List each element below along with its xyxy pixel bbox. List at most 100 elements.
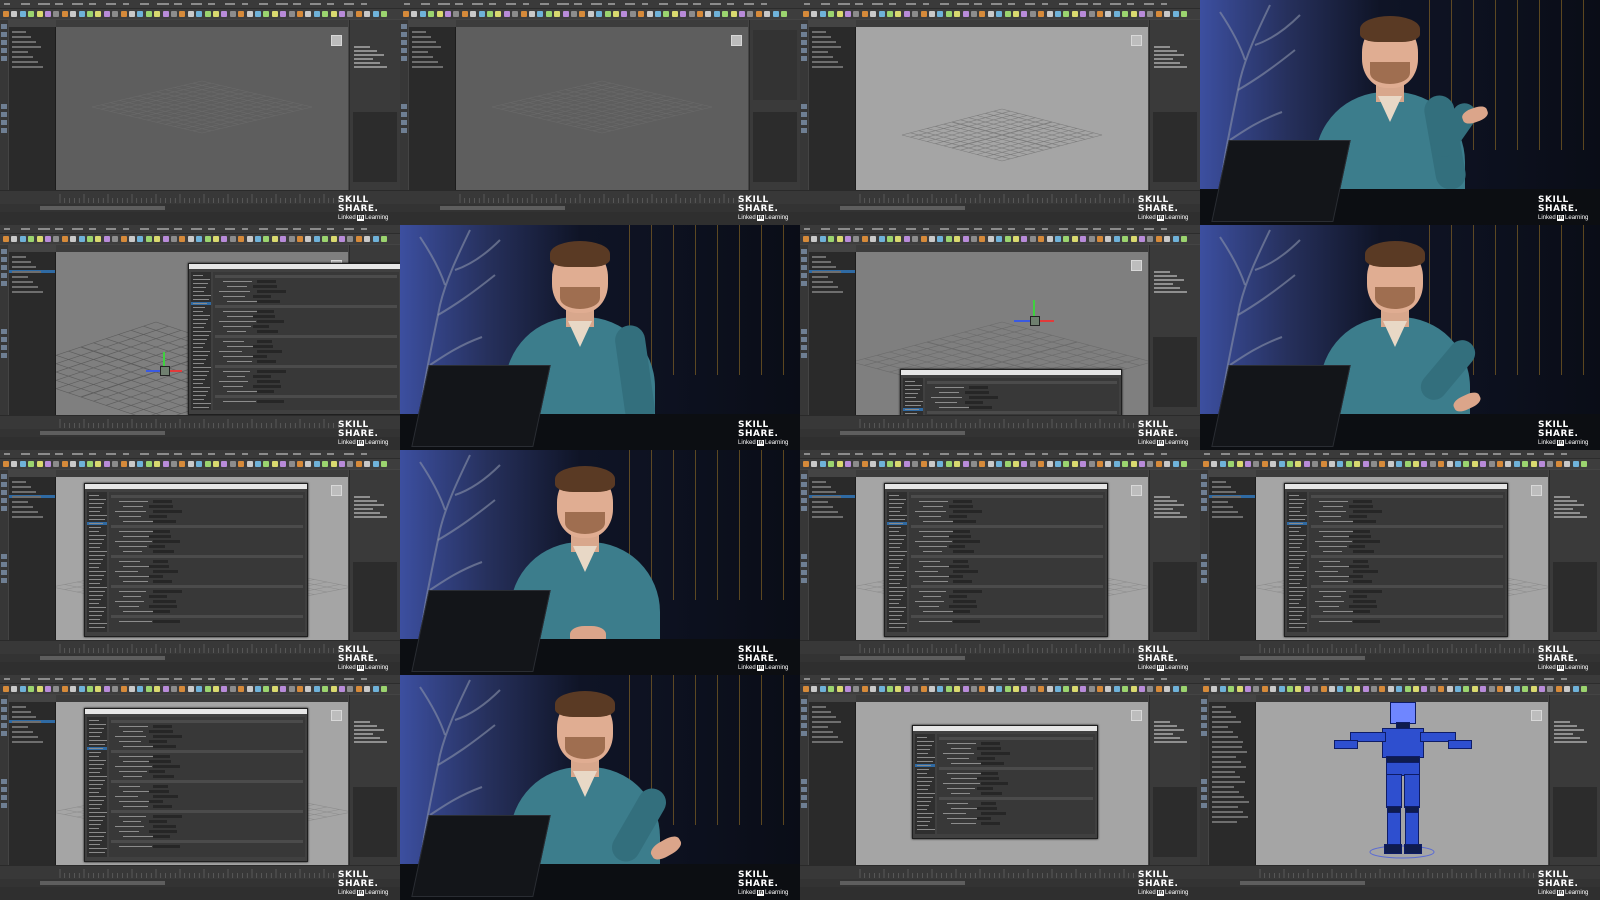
shelf-tool-icon[interactable] bbox=[1155, 686, 1162, 692]
menu-item[interactable] bbox=[1110, 228, 1121, 230]
shelf-tool-icon[interactable] bbox=[187, 461, 194, 467]
shelf-tool-icon[interactable] bbox=[1021, 11, 1028, 17]
dialog-setting-field[interactable] bbox=[1349, 605, 1377, 608]
maya-shelf[interactable] bbox=[0, 459, 400, 469]
tool-icon[interactable] bbox=[1, 795, 7, 800]
dialog-category-item[interactable] bbox=[889, 575, 904, 576]
shelf-tool-icon[interactable] bbox=[1530, 461, 1537, 467]
outliner-item[interactable] bbox=[1212, 796, 1244, 798]
dialog-section-header[interactable] bbox=[911, 585, 1103, 588]
shelf-tool-icon[interactable] bbox=[53, 11, 60, 17]
shelf-tool-icon[interactable] bbox=[1105, 461, 1112, 467]
shelf-tool-icon[interactable] bbox=[70, 236, 77, 242]
dialog-setting-field[interactable] bbox=[257, 390, 274, 393]
shelf-tool-icon[interactable] bbox=[1421, 686, 1428, 692]
tool-icon[interactable] bbox=[801, 707, 807, 712]
shelf-tool-icon[interactable] bbox=[137, 11, 144, 17]
shelf-tool-icon[interactable] bbox=[1013, 686, 1019, 692]
shelf-tool-icon[interactable] bbox=[1295, 686, 1302, 692]
dialog-category-item[interactable] bbox=[89, 836, 104, 837]
dialog-setting-field[interactable] bbox=[977, 777, 999, 780]
shelf-tool-icon[interactable] bbox=[895, 461, 902, 467]
dialog-section-header[interactable] bbox=[215, 335, 397, 338]
shelf-tool-icon[interactable] bbox=[887, 11, 893, 17]
dialog-titlebar[interactable] bbox=[885, 484, 1107, 489]
shelf-tool-icon[interactable] bbox=[187, 686, 194, 692]
3d-viewport[interactable] bbox=[56, 27, 348, 190]
menu-item[interactable] bbox=[1204, 678, 1210, 680]
shelf-tool-icon[interactable] bbox=[322, 461, 329, 467]
shelf-tool-icon[interactable] bbox=[196, 236, 203, 242]
menu-item[interactable] bbox=[923, 228, 929, 230]
menu-item[interactable] bbox=[1042, 228, 1048, 230]
outliner-item[interactable] bbox=[1212, 776, 1240, 778]
shelf-tool-icon[interactable] bbox=[1088, 686, 1095, 692]
shelf-tool-icon[interactable] bbox=[1071, 236, 1078, 242]
dialog-setting-field[interactable] bbox=[953, 570, 978, 573]
shelf-tool-icon[interactable] bbox=[1261, 686, 1268, 692]
shelf-tool-icon[interactable] bbox=[1354, 686, 1361, 692]
menu-item[interactable] bbox=[1238, 453, 1250, 455]
shelf-tool-icon[interactable] bbox=[364, 236, 371, 242]
shelf-tool-icon[interactable] bbox=[1396, 686, 1403, 692]
menu-item[interactable] bbox=[310, 228, 321, 230]
dialog-category-item[interactable] bbox=[193, 287, 206, 288]
shelf-tool-icon[interactable] bbox=[979, 11, 986, 17]
menu-item[interactable] bbox=[1161, 678, 1167, 680]
menu-item[interactable] bbox=[157, 3, 169, 5]
dialog-setting-field[interactable] bbox=[953, 620, 980, 623]
dialog-setting-field[interactable] bbox=[153, 795, 178, 798]
tool-icon[interactable] bbox=[1201, 731, 1207, 736]
instructor-thumbnail[interactable]: SKILL SHARE. Linked in Learning bbox=[400, 450, 800, 675]
shelf-tool-icon[interactable] bbox=[1354, 461, 1361, 467]
outliner-item[interactable] bbox=[12, 256, 26, 258]
shelf-tool-icon[interactable] bbox=[229, 11, 236, 17]
range-slider-bar[interactable] bbox=[1240, 656, 1365, 660]
menu-item[interactable] bbox=[72, 3, 83, 5]
shelf-tool-icon[interactable] bbox=[53, 686, 60, 692]
dialog-section-header[interactable] bbox=[215, 365, 397, 368]
outliner-item[interactable] bbox=[812, 711, 831, 713]
maya-menu-bar[interactable] bbox=[0, 225, 400, 234]
shelf-tool-icon[interactable] bbox=[836, 461, 843, 467]
dialog-setting-field[interactable] bbox=[153, 510, 182, 513]
dialog-category-item[interactable] bbox=[1289, 555, 1305, 556]
menu-item[interactable] bbox=[1025, 3, 1035, 5]
shelf-tool-icon[interactable] bbox=[1013, 461, 1019, 467]
tool-icon[interactable] bbox=[1201, 779, 1207, 784]
menu-item[interactable] bbox=[361, 453, 367, 455]
outliner-item[interactable] bbox=[1212, 811, 1243, 813]
dialog-setting-field[interactable] bbox=[981, 762, 1004, 765]
menu-item[interactable] bbox=[804, 453, 810, 455]
shelf-tool-icon[interactable] bbox=[364, 461, 371, 467]
dialog-section-header[interactable] bbox=[215, 395, 397, 398]
menu-item[interactable] bbox=[872, 228, 883, 230]
outliner-item[interactable] bbox=[812, 276, 828, 278]
menu-item[interactable] bbox=[855, 228, 863, 230]
dialog-setting-field[interactable] bbox=[949, 575, 963, 578]
range-slider-bar[interactable] bbox=[40, 881, 165, 885]
menu-item[interactable] bbox=[123, 3, 129, 5]
dialog-category-item[interactable] bbox=[889, 531, 899, 532]
instructor-thumbnail[interactable]: SKILL SHARE. Linked in Learning bbox=[400, 225, 800, 450]
viewport-panel-menu[interactable] bbox=[856, 470, 1148, 477]
shelf-tool-icon[interactable] bbox=[347, 686, 354, 692]
dialog-setting-field[interactable] bbox=[949, 595, 967, 598]
dialog-category-item[interactable] bbox=[905, 401, 923, 402]
dialog-category-item[interactable] bbox=[1289, 535, 1306, 536]
shelf-tool-icon[interactable] bbox=[280, 11, 287, 17]
dialog-setting-field[interactable] bbox=[149, 535, 171, 538]
menu-item[interactable] bbox=[727, 3, 734, 5]
shelf-tool-icon[interactable] bbox=[1547, 461, 1554, 467]
shelf-tool-icon[interactable] bbox=[221, 686, 228, 692]
outliner-item[interactable] bbox=[1212, 791, 1239, 793]
shelf-tool-icon[interactable] bbox=[87, 11, 93, 17]
outliner-item[interactable] bbox=[12, 51, 28, 53]
dialog-titlebar[interactable] bbox=[189, 264, 400, 269]
tool-icon[interactable] bbox=[1201, 554, 1207, 559]
dialog-category-item[interactable] bbox=[889, 559, 903, 560]
menu-item[interactable] bbox=[821, 678, 830, 680]
viewport-panel-menu[interactable] bbox=[856, 695, 1148, 702]
tool-icon[interactable] bbox=[401, 56, 407, 61]
menu-item[interactable] bbox=[140, 228, 149, 230]
